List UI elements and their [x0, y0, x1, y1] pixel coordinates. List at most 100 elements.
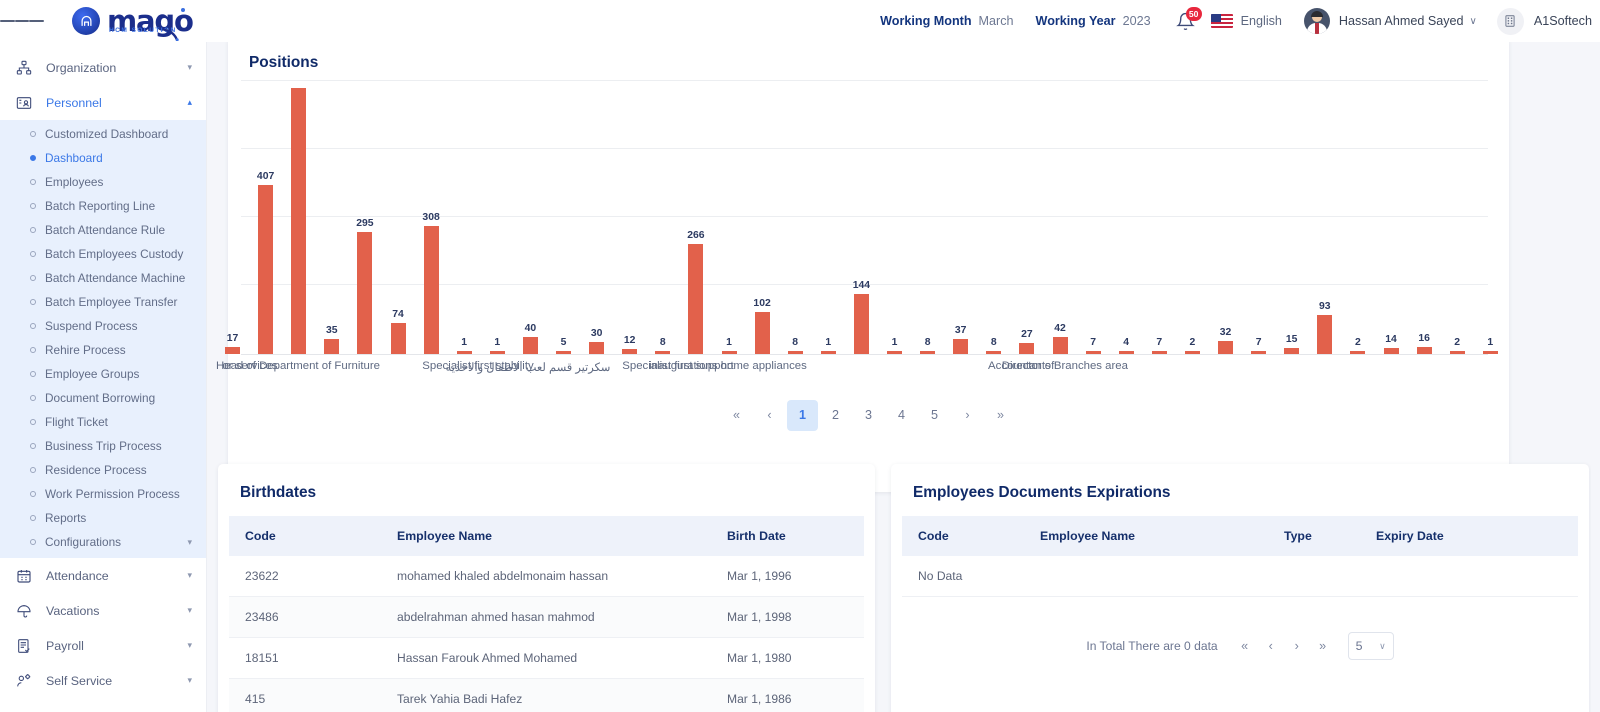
bar[interactable]	[1019, 342, 1035, 354]
table-row[interactable]: 23486 abdelrahman ahmed hasan mahmod Mar 1…	[229, 596, 864, 638]
pagination-page-2[interactable]: 2	[820, 400, 851, 431]
column-header-type: Type	[1268, 516, 1360, 556]
pagination-page-3[interactable]: 3	[853, 400, 884, 431]
bar[interactable]	[1218, 340, 1233, 354]
bar[interactable]	[1052, 336, 1068, 354]
documents-pagination-first[interactable]: «	[1232, 639, 1258, 653]
chevron-down-icon: ▾	[187, 536, 192, 547]
cell-code: 18151	[229, 637, 381, 679]
bar[interactable]	[1350, 351, 1366, 354]
sidebar-item-business-trip-process[interactable]: Business Trip Process	[0, 434, 206, 458]
bullet-icon	[30, 323, 36, 329]
bar[interactable]	[291, 88, 307, 354]
documents-pagination-next[interactable]: ›	[1284, 639, 1310, 653]
sidebar-item-suspend-process[interactable]: Suspend Process	[0, 314, 206, 338]
main-scrollbar[interactable]	[1591, 42, 1600, 712]
bar[interactable]	[1284, 347, 1300, 354]
bar[interactable]	[225, 346, 240, 354]
bar[interactable]	[522, 337, 538, 354]
working-year-control[interactable]: Working Year 2023	[1036, 14, 1151, 28]
bar[interactable]	[423, 226, 439, 354]
bar[interactable]	[1482, 351, 1498, 354]
sidebar-item-employees[interactable]: Employees	[0, 170, 206, 194]
company-selector[interactable]: A1Softech	[1496, 7, 1592, 35]
bar[interactable]	[390, 323, 406, 354]
notifications-button[interactable]: 50	[1169, 6, 1203, 31]
bar[interactable]	[953, 338, 969, 354]
column-header-code: Code	[229, 516, 381, 556]
bar[interactable]	[324, 339, 340, 354]
sidebar-group-personnel[interactable]: Personnel ▴	[0, 85, 206, 120]
bar[interactable]	[622, 349, 638, 354]
chevron-down-icon: ▾	[187, 605, 192, 615]
bar[interactable]	[820, 351, 836, 354]
bar[interactable]	[920, 350, 936, 354]
bar[interactable]	[1416, 347, 1432, 354]
hamburger-menu-icon[interactable]	[0, 18, 45, 24]
language-selector[interactable]: English	[1210, 14, 1282, 28]
bar[interactable]	[1151, 351, 1167, 354]
bar[interactable]	[655, 350, 671, 354]
bar[interactable]	[258, 185, 274, 354]
sidebar-group-attendance[interactable]: Attendance ▾	[0, 558, 206, 593]
bar[interactable]	[556, 351, 571, 354]
bar[interactable]	[887, 351, 902, 354]
user-menu[interactable]: Hassan Ahmed Sayed ∨	[1303, 8, 1477, 34]
bar[interactable]	[1317, 315, 1333, 354]
pagination-page-4[interactable]: 4	[886, 400, 917, 431]
page-size-select[interactable]: 5 ∨	[1347, 632, 1394, 660]
bar[interactable]	[787, 350, 803, 354]
sidebar-group-vacations[interactable]: Vacations ▾	[0, 593, 206, 628]
sidebar-item-batch-employees-custody[interactable]: Batch Employees Custody	[0, 242, 206, 266]
sidebar-group-organization[interactable]: Organization ▾	[0, 50, 206, 85]
bar[interactable]	[1251, 351, 1267, 354]
bar[interactable]	[986, 350, 1002, 354]
pagination-page-5[interactable]: 5	[919, 400, 950, 431]
bar[interactable]	[853, 294, 869, 354]
bar[interactable]	[357, 231, 373, 354]
sidebar-item-work-permission-process[interactable]: Work Permission Process	[0, 482, 206, 506]
sidebar-group-label: Attendance	[46, 568, 109, 583]
documents-pagination-last[interactable]: »	[1310, 639, 1336, 653]
sidebar-group-self-service[interactable]: Self Service ▾	[0, 663, 206, 698]
bar[interactable]	[1085, 351, 1101, 354]
bar[interactable]	[1449, 351, 1465, 354]
table-row[interactable]: 415 Tarek Yahia Badi Hafez Mar 1, 1986	[229, 678, 864, 712]
table-row[interactable]: 23622 mohamed khaled abdelmonaim hassan Ma…	[229, 556, 864, 597]
sidebar-item-batch-employee-transfer[interactable]: Batch Employee Transfer	[0, 290, 206, 314]
sidebar-item-reports[interactable]: Reports	[0, 506, 206, 530]
sidebar-item-customized-dashboard[interactable]: Customized Dashboard	[0, 122, 206, 146]
bar[interactable]	[754, 311, 770, 354]
bullet-icon	[30, 155, 36, 161]
sidebar-item-batch-attendance-machine[interactable]: Batch Attendance Machine	[0, 266, 206, 290]
bar[interactable]	[721, 351, 737, 354]
sidebar-item-rehire-process[interactable]: Rehire Process	[0, 338, 206, 362]
pagination-next[interactable]: ›	[952, 400, 983, 431]
sidebar-item-configurations[interactable]: Configurations ▾	[0, 530, 206, 554]
sidebar-item-dashboard[interactable]: Dashboard	[0, 146, 206, 170]
bar[interactable]	[1184, 351, 1200, 354]
bar[interactable]	[589, 341, 605, 354]
sidebar-item-batch-reporting-line[interactable]: Batch Reporting Line	[0, 194, 206, 218]
documents-pagination-prev[interactable]: ‹	[1258, 639, 1284, 653]
bar[interactable]	[1118, 351, 1134, 354]
bar-value-label: 266	[687, 229, 705, 241]
bar[interactable]	[688, 243, 704, 354]
pagination-first[interactable]: «	[721, 400, 752, 431]
bar[interactable]	[1383, 348, 1399, 354]
pagination-last[interactable]: »	[985, 400, 1016, 431]
working-month-control[interactable]: Working Month March	[880, 14, 1013, 28]
pagination-prev[interactable]: ‹	[754, 400, 785, 431]
sidebar-item-document-borrowing[interactable]: Document Borrowing	[0, 386, 206, 410]
bar[interactable]	[456, 351, 472, 354]
table-row[interactable]: 18151 Hassan Farouk Ahmed Mohamed Mar 1, 1…	[229, 637, 864, 679]
sidebar-group-payroll[interactable]: Payroll ▾	[0, 628, 206, 663]
bar[interactable]	[489, 351, 505, 354]
sidebar-personnel-submenu: Customized Dashboard Dashboard Employees…	[0, 120, 206, 558]
sidebar-item-flight-ticket[interactable]: Flight Ticket	[0, 410, 206, 434]
sidebar-item-residence-process[interactable]: Residence Process	[0, 458, 206, 482]
sidebar-item-employee-groups[interactable]: Employee Groups	[0, 362, 206, 386]
sidebar-item-batch-attendance-rule[interactable]: Batch Attendance Rule	[0, 218, 206, 242]
app-logo[interactable]: mago HCM SOLUTION	[72, 6, 194, 41]
pagination-page-1[interactable]: 1	[787, 400, 818, 431]
